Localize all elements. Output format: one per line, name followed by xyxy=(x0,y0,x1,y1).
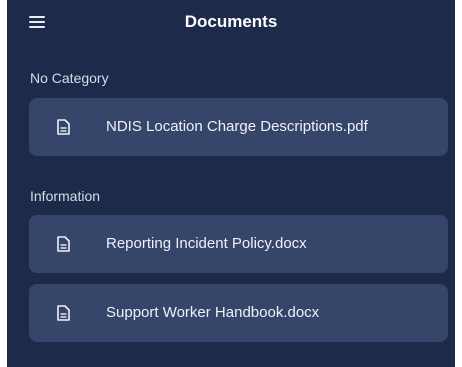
document-item[interactable]: NDIS Location Charge Descriptions.pdf xyxy=(29,98,448,156)
document-item[interactable]: Support Worker Handbook.docx xyxy=(29,284,448,342)
document-icon xyxy=(57,119,70,135)
document-item[interactable]: Reporting Incident Policy.docx xyxy=(29,215,448,273)
page-title: Documents xyxy=(184,12,278,31)
document-name: NDIS Location Charge Descriptions.pdf xyxy=(106,118,368,135)
section-label-no-category: No Category xyxy=(30,70,109,86)
document-name: Reporting Incident Policy.docx xyxy=(106,235,307,252)
document-icon xyxy=(57,236,70,252)
section-label-information: Information xyxy=(30,188,101,204)
document-icon xyxy=(57,305,70,321)
header: Documents xyxy=(7,0,455,46)
document-name: Support Worker Handbook.docx xyxy=(106,304,320,321)
documents-screen: Documents No Category NDIS Location Char… xyxy=(7,0,455,367)
